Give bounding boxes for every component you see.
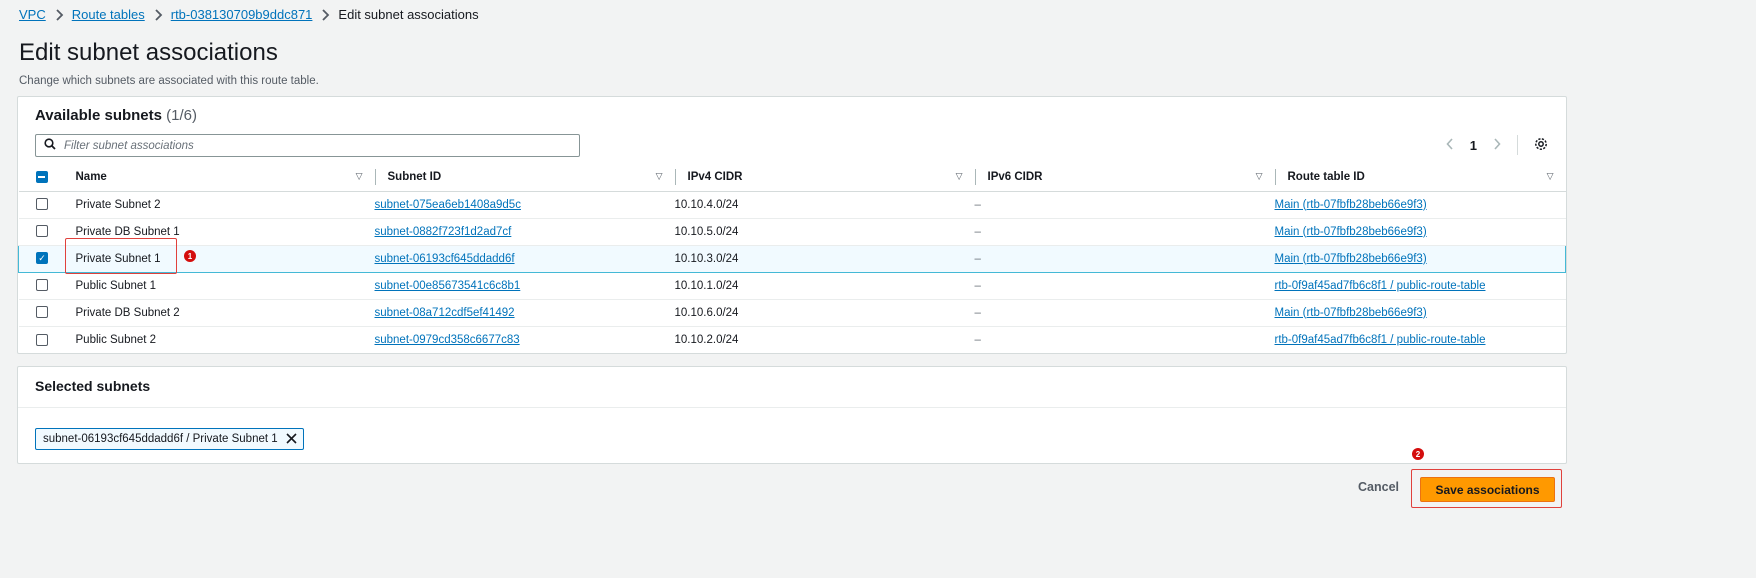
ipv4-cidr: 10.10.3.0/24 <box>674 244 975 273</box>
table-row[interactable]: Private Subnet 2 subnet-075ea6eb1408a9d5… <box>18 191 1566 219</box>
subnet-id-link[interactable]: subnet-00e85673541c6c8b1 <box>375 280 521 292</box>
breadcrumb-current: Edit subnet associations <box>338 7 479 22</box>
route-table-link[interactable]: Main (rtb-07fbfb28beb66e9f3) <box>1275 253 1427 265</box>
annotation-step-badge: 1 <box>184 250 196 262</box>
ipv6-cidr: – <box>974 225 981 238</box>
row-checkbox[interactable] <box>35 225 48 238</box>
ipv4-cidr: 10.10.2.0/24 <box>674 333 739 346</box>
route-table-link[interactable]: Main (rtb-07fbfb28beb66e9f3) <box>1275 199 1427 211</box>
filter-box[interactable] <box>35 134 580 157</box>
token-label: subnet-06193cf645ddadd6f / Private Subne… <box>43 433 278 445</box>
breadcrumb-route-table-id[interactable]: rtb-038130709b9ddc871 <box>171 7 313 22</box>
selected-subnets-title: Selected subnets <box>35 378 151 394</box>
route-table-link[interactable]: rtb-0f9af45ad7fb6c8f1 / public-route-tab… <box>1275 334 1486 346</box>
subnet-id-link[interactable]: subnet-08a712cdf5ef41492 <box>375 307 515 319</box>
table-row[interactable]: Public Subnet 1 subnet-00e85673541c6c8b1… <box>18 272 1566 300</box>
selected-subnets-panel: Selected subnets subnet-06193cf645ddadd6… <box>17 366 1567 464</box>
chevron-left-icon[interactable] <box>1446 137 1454 154</box>
column-divider <box>674 168 676 185</box>
breadcrumb-vpc[interactable]: VPC <box>19 7 46 22</box>
subnet-id-link[interactable]: subnet-075ea6eb1408a9d5c <box>375 199 521 211</box>
save-associations-button[interactable]: Save associations <box>1420 477 1555 502</box>
available-subnets-count: (1/6) <box>166 107 198 124</box>
subnet-name: Private DB Subnet 2 <box>60 299 375 327</box>
chevron-right-icon <box>320 8 330 21</box>
breadcrumb: VPC Route tables rtb-038130709b9ddc871 E… <box>19 7 479 22</box>
page-number[interactable]: 1 <box>1470 138 1477 153</box>
chevron-right-icon[interactable] <box>1493 137 1501 154</box>
column-header-ipv6[interactable]: IPv6 CIDR <box>988 171 1043 183</box>
column-divider <box>1274 168 1276 185</box>
subnet-name: Public Subnet 1 <box>60 272 375 300</box>
annotation-highlight-row <box>65 238 177 274</box>
pager-divider <box>1517 135 1518 155</box>
caret-down-icon[interactable]: ▽ <box>356 171 363 182</box>
breadcrumb-route-tables[interactable]: Route tables <box>72 7 145 22</box>
ipv4-cidr: 10.10.1.0/24 <box>674 272 975 300</box>
annotation-highlight-save: Save associations <box>1411 469 1562 508</box>
route-table-link[interactable]: Main (rtb-07fbfb28beb66e9f3) <box>1275 226 1427 238</box>
available-subnets-panel: Available subnets (1/6) 1 Name ▽ <box>17 96 1567 354</box>
chevron-right-icon <box>54 8 64 21</box>
table-row-selected[interactable]: ✓ Private Subnet 1 subnet-06193cf645ddad… <box>18 244 1566 273</box>
page-description: Change which subnets are associated with… <box>19 75 319 87</box>
subnets-table: Name ▽ Subnet ID ▽ IPv4 CIDR ▽ IPv6 CIDR ▽ R… <box>18 163 1566 353</box>
available-subnets-header: Available subnets (1/6) <box>35 107 197 124</box>
column-header-name[interactable]: Name <box>76 171 107 183</box>
ipv6-cidr: – <box>974 306 981 319</box>
caret-down-icon[interactable]: ▽ <box>1256 171 1263 182</box>
annotation-step-badge: 2 <box>1412 448 1424 460</box>
available-subnets-title: Available subnets <box>35 107 162 124</box>
table-row[interactable]: Public Subnet 2 subnet-0979cd358c6677c83… <box>19 326 1566 353</box>
column-header-route-table[interactable]: Route table ID <box>1288 171 1365 183</box>
route-table-link[interactable]: rtb-0f9af45ad7fb6c8f1 / public-route-tab… <box>1275 280 1486 292</box>
subnet-name: Public Subnet 2 <box>75 333 157 346</box>
search-icon <box>44 137 56 155</box>
route-table-link[interactable]: Main (rtb-07fbfb28beb66e9f3) <box>1275 307 1427 319</box>
divider <box>18 407 1566 408</box>
ipv4-cidr: 10.10.4.0/24 <box>674 191 975 219</box>
caret-down-icon[interactable]: ▽ <box>656 171 663 182</box>
selected-subnet-token: subnet-06193cf645ddadd6f / Private Subne… <box>35 428 304 450</box>
table-row[interactable]: Private DB Subnet 2 subnet-08a712cdf5ef4… <box>18 299 1566 327</box>
page-title: Edit subnet associations <box>19 39 278 66</box>
ipv6-cidr: – <box>974 279 981 292</box>
close-icon[interactable] <box>286 432 297 447</box>
ipv6-cidr: – <box>974 198 981 211</box>
subnet-id-link[interactable]: subnet-0979cd358c6677c83 <box>375 334 520 346</box>
row-checkbox[interactable] <box>35 279 48 292</box>
column-divider <box>374 168 376 185</box>
chevron-right-icon <box>153 8 163 21</box>
ipv4-cidr: 10.10.6.0/24 <box>674 299 975 327</box>
pagination: 1 <box>1446 134 1548 156</box>
ipv4-cidr: 10.10.5.0/24 <box>674 218 975 246</box>
select-all-checkbox[interactable] <box>35 170 48 183</box>
column-divider <box>974 168 976 185</box>
subnet-name: Private Subnet 2 <box>60 191 375 219</box>
gear-icon[interactable] <box>1534 137 1548 154</box>
table-row[interactable]: Private DB Subnet 1 subnet-0882f723f1d2a… <box>18 218 1566 246</box>
column-header-ipv4[interactable]: IPv4 CIDR <box>688 171 743 183</box>
caret-down-icon[interactable]: ▽ <box>1547 171 1554 182</box>
row-checkbox[interactable] <box>35 333 48 346</box>
caret-down-icon[interactable]: ▽ <box>956 171 963 182</box>
subnet-id-link[interactable]: subnet-06193cf645ddadd6f <box>375 253 515 265</box>
row-checkbox[interactable] <box>35 306 48 319</box>
row-checkbox-checked[interactable]: ✓ <box>36 252 48 265</box>
subnet-id-link[interactable]: subnet-0882f723f1d2ad7cf <box>375 226 512 238</box>
column-header-subnet-id[interactable]: Subnet ID <box>388 171 442 183</box>
ipv6-cidr: – <box>974 252 981 265</box>
filter-input[interactable] <box>64 139 544 152</box>
cancel-button[interactable]: Cancel <box>1358 480 1399 494</box>
table-header-row: Name ▽ Subnet ID ▽ IPv4 CIDR ▽ IPv6 CIDR ▽ R… <box>18 163 1566 192</box>
row-checkbox[interactable] <box>35 198 48 211</box>
ipv6-cidr: – <box>974 333 981 346</box>
